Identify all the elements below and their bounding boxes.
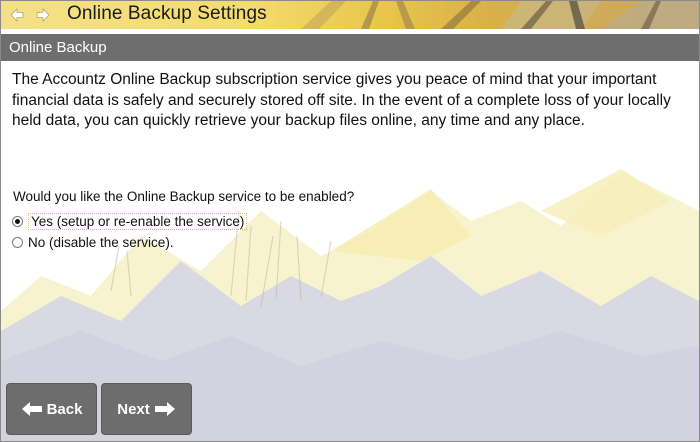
radio-label-no[interactable]: No (disable the service). (28, 235, 174, 250)
arrow-left-icon[interactable] (9, 7, 25, 23)
radio-button-yes[interactable] (12, 215, 23, 227)
arrow-left-icon (21, 402, 42, 416)
radio-button-no[interactable] (12, 236, 23, 248)
next-button[interactable]: Next (102, 384, 191, 434)
arrow-right-icon[interactable] (35, 7, 51, 23)
radio-option-no[interactable]: No (disable the service). (12, 233, 174, 251)
radio-option-yes[interactable]: Yes (setup or re-enable the service) (12, 212, 248, 230)
wizard-window: Online Backup Settings Online Backup The… (0, 0, 700, 442)
back-button[interactable]: Back (7, 384, 96, 434)
next-button-label: Next (117, 400, 150, 418)
intro-paragraph: The Accountz Online Backup subscription … (12, 71, 671, 129)
enable-question: Would you like the Online Backup service… (13, 189, 355, 204)
radio-label-yes[interactable]: Yes (setup or re-enable the service) (28, 212, 248, 230)
page-title: Online Backup Settings (67, 3, 267, 24)
back-button-label: Back (46, 400, 83, 418)
arrow-right-icon (154, 402, 175, 416)
title-banner: Online Backup Settings (1, 1, 699, 29)
section-header: Online Backup (1, 34, 699, 61)
